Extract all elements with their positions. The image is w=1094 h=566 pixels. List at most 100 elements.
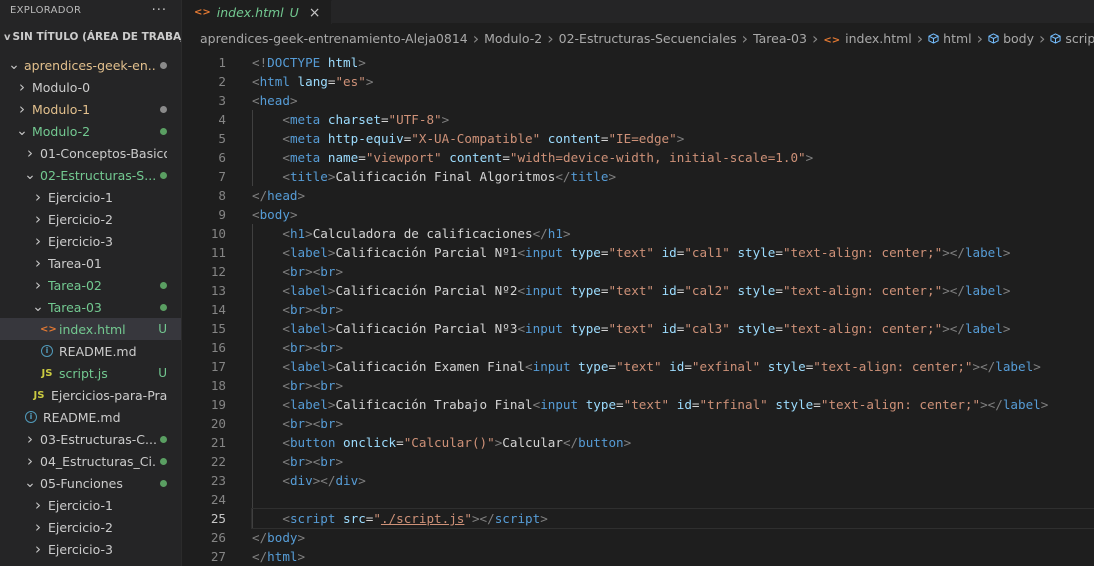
breadcrumb-item[interactable]: html [928,30,972,46]
tree-item[interactable]: ›Tarea-01 [0,252,181,274]
indent-guide [252,224,253,243]
close-icon[interactable]: × [309,5,321,21]
chevron-right-icon: › [35,518,41,536]
code-token: >< [305,454,321,469]
breadcrumb-item-label: body [1003,30,1034,46]
line-number: 3 [218,93,226,108]
code-token: br [320,264,336,279]
line-number: 7 [218,169,226,184]
tree-item[interactable]: ⌄ Modulo-2 [0,120,181,142]
tree-item[interactable]: › 01-Conceptos-Basicos [0,142,181,164]
tree-item-label: README.md [43,409,121,425]
tree-item[interactable]: › Ejercicio-2 [0,516,181,538]
tree-item[interactable]: › Tarea-02 [0,274,181,296]
tree-item[interactable]: <> index.html U [0,318,181,340]
code-token: < [282,340,290,355]
code-token: " [464,511,472,526]
code-editor[interactable]: 1 <!DOCTYPE html> 2 <html lang="es"> 3 <head>… [182,53,1094,566]
tree-item-label: 01-Conceptos-Basicos [40,145,167,161]
code-token: < [517,245,526,260]
breadcrumb-item[interactable]: 02-Estructuras-Secuenciales [559,31,737,46]
code-token: "es" [335,74,366,89]
info-circle-icon: i [41,345,53,357]
breadcrumb-item-label: html [943,30,972,46]
tree-item[interactable]: › Ejercicio-3 [0,538,181,560]
tab-index-html[interactable]: <> index.html U × [182,0,332,24]
code-token: "text-align: center;" [782,245,943,260]
tree-item[interactable]: › Modulo-0 [0,76,181,98]
chevron-right-icon: › [35,254,41,272]
code-text: <label>Calificación Parcial Nº2<input ty… [252,281,1094,300]
code-token: < [282,359,290,374]
code-token: < [282,245,290,260]
code-token: label [1002,397,1041,412]
chevron-down-icon: ⌄ [32,299,44,315]
chevron-right-icon: › [27,452,33,470]
tree-item[interactable]: › Ejercicio-1 [0,494,181,516]
code-token: button [289,435,336,450]
code-token: type [570,321,601,336]
code-token: > [623,435,632,450]
indent-guide [252,167,253,186]
code-token: = [396,435,404,450]
code-token: = [358,150,366,165]
indent-guide [252,395,253,414]
tree-item[interactable]: i README.md [0,406,181,428]
code-token: > [805,150,814,165]
code-line: 19 <label>Calificación Trabajo Final<inp… [182,395,1094,414]
breadcrumb-item[interactable]: Tarea-03 [753,31,807,46]
tree-item[interactable]: › 03-Estructuras-C... [0,428,181,450]
code-token: > [289,93,298,108]
tree-item[interactable]: ›Tarea-01 [0,560,181,566]
html-file-icon: <> [40,323,57,335]
tree-item[interactable]: ⌄ Tarea-03 [0,296,181,318]
code-line: 14 <br><br> [182,300,1094,319]
chevron-down-icon: v [4,31,11,43]
indent-guide [252,452,253,471]
tree-item-label: Modulo-1 [32,101,91,117]
code-token: < [282,378,290,393]
line-number: 4 [218,112,226,127]
tree-item[interactable]: ⌄ 02-Estructuras-S... [0,164,181,186]
code-line: 26 </body> [182,528,1094,547]
code-token: "Calcular()" [403,435,495,450]
breadcrumb-item[interactable]: script [1050,31,1094,46]
tree-item[interactable]: ⌄ aprendices-geek-en... [0,54,181,76]
tree-item[interactable]: ⌄ 05-Funciones [0,472,181,494]
tree-item[interactable]: i README.md [0,340,181,362]
breadcrumb-item[interactable]: Modulo-2 [484,31,542,46]
code-line: 27 </html> [182,547,1094,566]
info-icon: i [24,411,38,423]
explorer-header: EXPLORADOR ··· [0,0,181,20]
change-dot-icon [160,479,167,487]
code-token: ></ [312,473,336,488]
code-token: DOCTYPE [267,55,321,70]
breadcrumb-item[interactable]: <> index.html [823,31,911,46]
code-token: = [775,283,783,298]
chevron-right-icon: › [741,28,749,48]
code-token: > [1002,321,1011,336]
workspace-title[interactable]: v SIN TÍTULO (ÁREA DE TRABAJO) [0,20,181,54]
code-line: 9 <body> [182,205,1094,224]
tree-item[interactable]: › 04_Estructuras_Ci... [0,450,181,472]
tree-item[interactable]: JS Ejercicios-para-Practic... [0,384,181,406]
tree-item[interactable]: › Modulo-1 [0,98,181,120]
tree-item[interactable]: JS script.js U [0,362,181,384]
tree-item[interactable]: › Ejercicio-3 [0,230,181,252]
code-token: Calificación Parcial Nº2 [335,283,518,298]
tree-item[interactable]: › Ejercicio-1 [0,186,181,208]
tree-item[interactable]: › Ejercicio-2 [0,208,181,230]
change-dot-icon [160,105,167,113]
code-token: > [365,74,374,89]
code-text: </html> [252,547,1094,566]
breadcrumb-item[interactable]: aprendices-geek-entrenamiento-Aleja0814 [200,31,468,46]
code-line: 1 <!DOCTYPE html> [182,53,1094,72]
code-token: style [775,397,814,412]
code-line: 10 <h1>Calculadora de calificaciones</h1… [182,224,1094,243]
more-actions-icon[interactable]: ··· [152,3,167,18]
breadcrumb-item[interactable]: body [988,31,1034,46]
